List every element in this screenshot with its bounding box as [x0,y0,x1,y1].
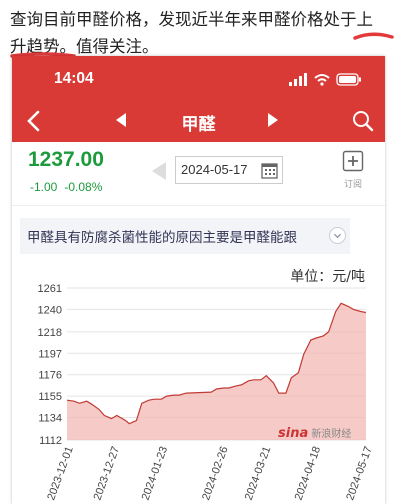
price-change: -1.00 -0.08% [30,180,109,194]
signal-wifi-battery-icon [289,73,361,86]
y-tick-label: 1112 [39,435,62,447]
red-underline-mark [353,32,394,40]
y-tick-label: 1155 [38,391,62,403]
y-tick-label: 1261 [38,283,62,295]
subscribe-label: 订阅 [343,180,362,190]
y-tick-label: 1197 [38,348,62,360]
search-icon[interactable] [351,109,375,133]
status-icons [289,72,363,91]
y-tick-label: 1176 [38,370,62,382]
date-picker[interactable]: 2024-05-17 [175,156,283,184]
post-caption: 查询目前甲醛价格，发现近半年来甲醛价格处于上 升趋势。值得关注。 [0,0,400,56]
change-percent: -0.08% [64,180,103,194]
current-price: 1237.00 [28,148,104,171]
subscribe-plus-icon [342,150,364,172]
y-tick-label: 1218 [38,327,62,339]
caption-line-1: 查询目前甲醛价格，发现近半年来甲醛价格处于上 [10,10,373,29]
price-area [67,303,366,440]
y-tick-label: 1240 [38,304,62,316]
nav-bar: 甲醛 [12,102,385,142]
watermark-text: 新浪财经 [311,429,352,440]
screenshot-page: 查询目前甲醛价格，发现近半年来甲醛价格处于上 升趋势。值得关注。 14:04 甲… [0,0,400,504]
x-tick-label: 2024-02-26 [200,445,231,502]
x-tick-label: 2024-03-21 [243,445,274,502]
status-bar: 14:04 [12,56,385,102]
subscribe-button[interactable]: 订阅 [336,150,370,190]
change-value: -1.00 [30,180,58,194]
chevron-down-icon[interactable] [329,227,346,244]
x-tick-label: 2023-12-01 [45,445,76,502]
prev-date-triangle-icon[interactable] [150,161,168,181]
sina-logo: sina [278,426,309,441]
x-tick-label: 2024-01-23 [140,445,171,502]
y-tick-label: 1134 [38,413,62,425]
quote-panel: 1237.00 -1.00 -0.08% 2024-05-17 订阅 [12,142,385,206]
next-triangle-icon[interactable] [266,112,280,128]
x-tick-label: 2024-04-18 [293,445,324,502]
date-value: 2024-05-17 [181,162,248,177]
price-chart: 126112401218119711761155113411122023-12-… [38,283,375,502]
reason-text: 甲醛具有防腐杀菌性能的原因主要是甲醛能跟 [27,230,297,246]
status-time: 14:04 [54,70,94,87]
sina-watermark: sina 新浪财经 [278,425,351,441]
x-tick-label: 2023-12-27 [92,445,123,502]
x-tick-label: 2024-05-17 [344,445,375,502]
nav-title: 甲醛 [181,115,216,135]
reason-banner[interactable]: 甲醛具有防腐杀菌性能的原因主要是甲醛能跟 [20,218,350,254]
calendar-icon[interactable] [261,162,278,179]
